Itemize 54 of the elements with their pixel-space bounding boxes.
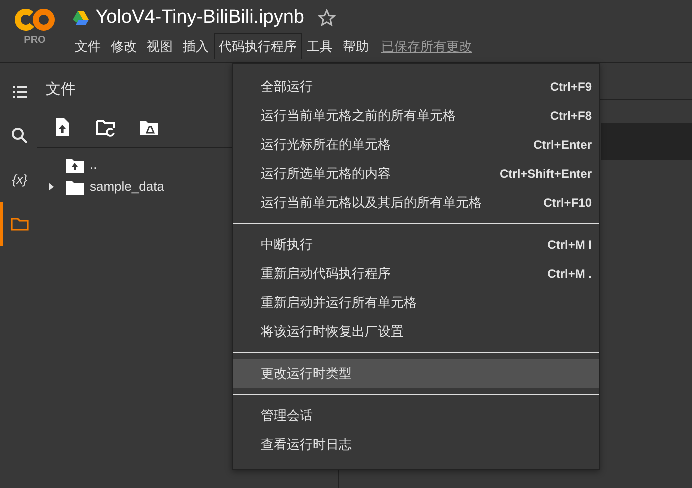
menu-option[interactable]: 将该运行时恢复出厂设置 [233,317,599,346]
menu-option-label: 更改运行时类型 [261,364,352,383]
menu-option-label: 运行光标所在的单元格 [261,136,391,154]
menu-option-label: 管理会话 [261,406,313,425]
shortcut-text: Ctrl+Enter [534,136,592,154]
notebook-title[interactable]: YoloV4-Tiny-BiliBili.ipynb [96,6,304,30]
menu-option[interactable]: 运行当前单元格以及其后的所有单元格 Ctrl+F10 [233,188,599,217]
folder-icon [66,179,84,195]
shortcut-text: Ctrl+F9 [550,78,592,96]
menu-item[interactable]: 代码执行程序 [214,32,302,60]
shortcut-text: Ctrl+M I [548,236,592,254]
pro-label: PRO [24,36,46,46]
menu-option[interactable]: 重新启动并运行所有单元格 [233,288,599,317]
variables-button[interactable]: {x} [0,158,37,202]
drive-icon [73,10,90,25]
menu-option-label: 运行所选单元格的内容 [261,164,391,183]
menu-option-label: 运行当前单元格之前的所有单元格 [261,106,456,125]
parent-folder-icon [66,157,84,173]
menu-item[interactable]: 帮助 [338,32,374,60]
file-name[interactable]: .. [90,155,98,175]
menu-option-label: 中断执行 [261,236,313,254]
caret-icon[interactable] [47,182,55,192]
menu-option[interactable]: 查看运行时日志 [233,430,599,459]
shortcut-text: Ctrl+F8 [550,108,592,124]
menu-item[interactable]: 修改 [106,32,142,60]
menu-option[interactable]: 运行所选单元格的内容 Ctrl+Shift+Enter [233,159,599,188]
menu-option[interactable]: 中断执行 Ctrl+M I [233,230,599,259]
star-icon[interactable] [318,8,336,27]
menu-option-label: 运行当前单元格以及其后的所有单元格 [261,194,482,212]
folder-refresh-icon[interactable] [96,117,116,137]
search-icon[interactable] [10,126,30,146]
panel-title: 文件 [46,81,76,98]
menu-option-label: 重新启动代码执行程序 [261,264,391,283]
menu-option[interactable]: 全部运行 Ctrl+F9 [233,72,599,101]
menu-option[interactable]: 运行当前单元格之前的所有单元格 Ctrl+F8 [233,101,599,130]
menu-option-label: 全部运行 [261,78,313,96]
menu-option[interactable]: 更改运行时类型 [233,359,599,388]
menu-item[interactable]: 视图 [142,32,178,60]
menu-option-label: 查看运行时日志 [261,436,352,454]
menu-item[interactable]: 工具 [302,32,338,60]
file-name[interactable]: sample_data [90,177,164,197]
menu-item[interactable]: 文件 [70,32,106,60]
shortcut-text: Ctrl+Shift+Enter [500,166,592,182]
menu-option[interactable]: 重新启动代码执行程序 Ctrl+M . [233,259,599,288]
logo-icon[interactable] [15,6,55,32]
menu-option-label: 将该运行时恢复出厂设置 [261,322,404,341]
menu-item[interactable]: 插入 [178,32,214,60]
menu-option[interactable]: 管理会话 [233,401,599,430]
save-status-link[interactable]: 已保存所有更改 [377,34,476,60]
shortcut-text: Ctrl+M . [548,266,592,282]
menu-option-label: 重新启动并运行所有单元格 [261,294,417,312]
shortcut-text: Ctrl+F10 [544,194,592,212]
menu-option[interactable]: 运行光标所在的单元格 Ctrl+Enter [233,130,599,159]
code-cell[interactable] [601,123,692,160]
